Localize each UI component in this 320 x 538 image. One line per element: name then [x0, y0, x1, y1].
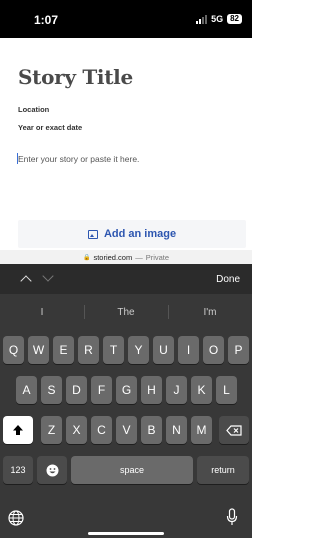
key-x[interactable]: X	[66, 416, 87, 444]
status-time: 1:07	[34, 13, 59, 27]
key-b[interactable]: B	[141, 416, 162, 444]
backspace-key[interactable]	[219, 416, 249, 444]
story-title-field[interactable]: Story Title	[18, 65, 133, 89]
key-i[interactable]: I	[178, 336, 199, 364]
key-g[interactable]: G	[116, 376, 137, 404]
suggestion-bar: I The I'm	[0, 296, 252, 328]
key-l[interactable]: L	[216, 376, 237, 404]
suggestion-item[interactable]: The	[84, 296, 168, 328]
keyboard-accessory-bar: Done	[0, 264, 252, 294]
key-w[interactable]: W	[28, 336, 49, 364]
keyboard: I The I'm Q W E R T Y U I O P A S D F G …	[0, 294, 252, 538]
microphone-icon[interactable]	[226, 508, 238, 526]
key-s[interactable]: S	[41, 376, 62, 404]
key-f[interactable]: F	[91, 376, 112, 404]
url-privacy: Private	[145, 252, 170, 262]
story-body-field[interactable]: Enter your story or paste it here.	[18, 154, 139, 164]
key-d[interactable]: D	[66, 376, 87, 404]
add-image-button[interactable]: Add an image	[18, 220, 246, 248]
key-n[interactable]: N	[166, 416, 187, 444]
key-c[interactable]: C	[91, 416, 112, 444]
key-m[interactable]: M	[191, 416, 212, 444]
key-v[interactable]: V	[116, 416, 137, 444]
return-key[interactable]: return	[197, 456, 249, 484]
battery-icon: 82	[227, 14, 242, 24]
key-q[interactable]: Q	[3, 336, 24, 364]
space-key[interactable]: space	[71, 456, 193, 484]
suggestion-item[interactable]: I	[0, 296, 84, 328]
location-field[interactable]: Location	[18, 105, 49, 114]
story-editor: Story Title Location Year or exact date …	[0, 38, 252, 250]
next-field-icon[interactable]	[42, 270, 54, 282]
key-j[interactable]: J	[166, 376, 187, 404]
signal-icon	[196, 14, 208, 24]
key-t[interactable]: T	[103, 336, 124, 364]
home-indicator	[88, 532, 164, 535]
numbers-key[interactable]: 123	[3, 456, 33, 484]
key-e[interactable]: E	[53, 336, 74, 364]
url-separator: —	[135, 252, 143, 262]
image-icon	[87, 229, 98, 239]
date-field[interactable]: Year or exact date	[18, 123, 82, 132]
lock-icon: 🔒	[82, 254, 91, 261]
shift-icon	[13, 425, 23, 435]
key-o[interactable]: O	[203, 336, 224, 364]
key-k[interactable]: K	[191, 376, 212, 404]
key-r[interactable]: R	[78, 336, 99, 364]
globe-icon[interactable]	[8, 510, 24, 526]
add-image-label: Add an image	[103, 228, 177, 240]
url-domain: storied.com	[93, 252, 133, 262]
network-label: 5G	[211, 14, 224, 24]
status-bar: 1:07 5G 82	[0, 0, 252, 38]
url-bar[interactable]: 🔒 storied.com — Private	[0, 250, 252, 264]
key-p[interactable]: P	[228, 336, 249, 364]
previous-field-icon[interactable]	[20, 275, 32, 287]
emoji-key[interactable]	[37, 456, 67, 484]
key-h[interactable]: H	[141, 376, 162, 404]
key-y[interactable]: Y	[128, 336, 149, 364]
key-a[interactable]: A	[16, 376, 37, 404]
key-u[interactable]: U	[153, 336, 174, 364]
backspace-icon	[226, 424, 242, 436]
done-button[interactable]: Done	[216, 274, 240, 285]
emoji-icon	[46, 464, 58, 476]
status-indicators: 5G 82	[196, 14, 242, 24]
shift-key[interactable]	[3, 416, 33, 444]
key-z[interactable]: Z	[41, 416, 62, 444]
suggestion-item[interactable]: I'm	[168, 296, 252, 328]
